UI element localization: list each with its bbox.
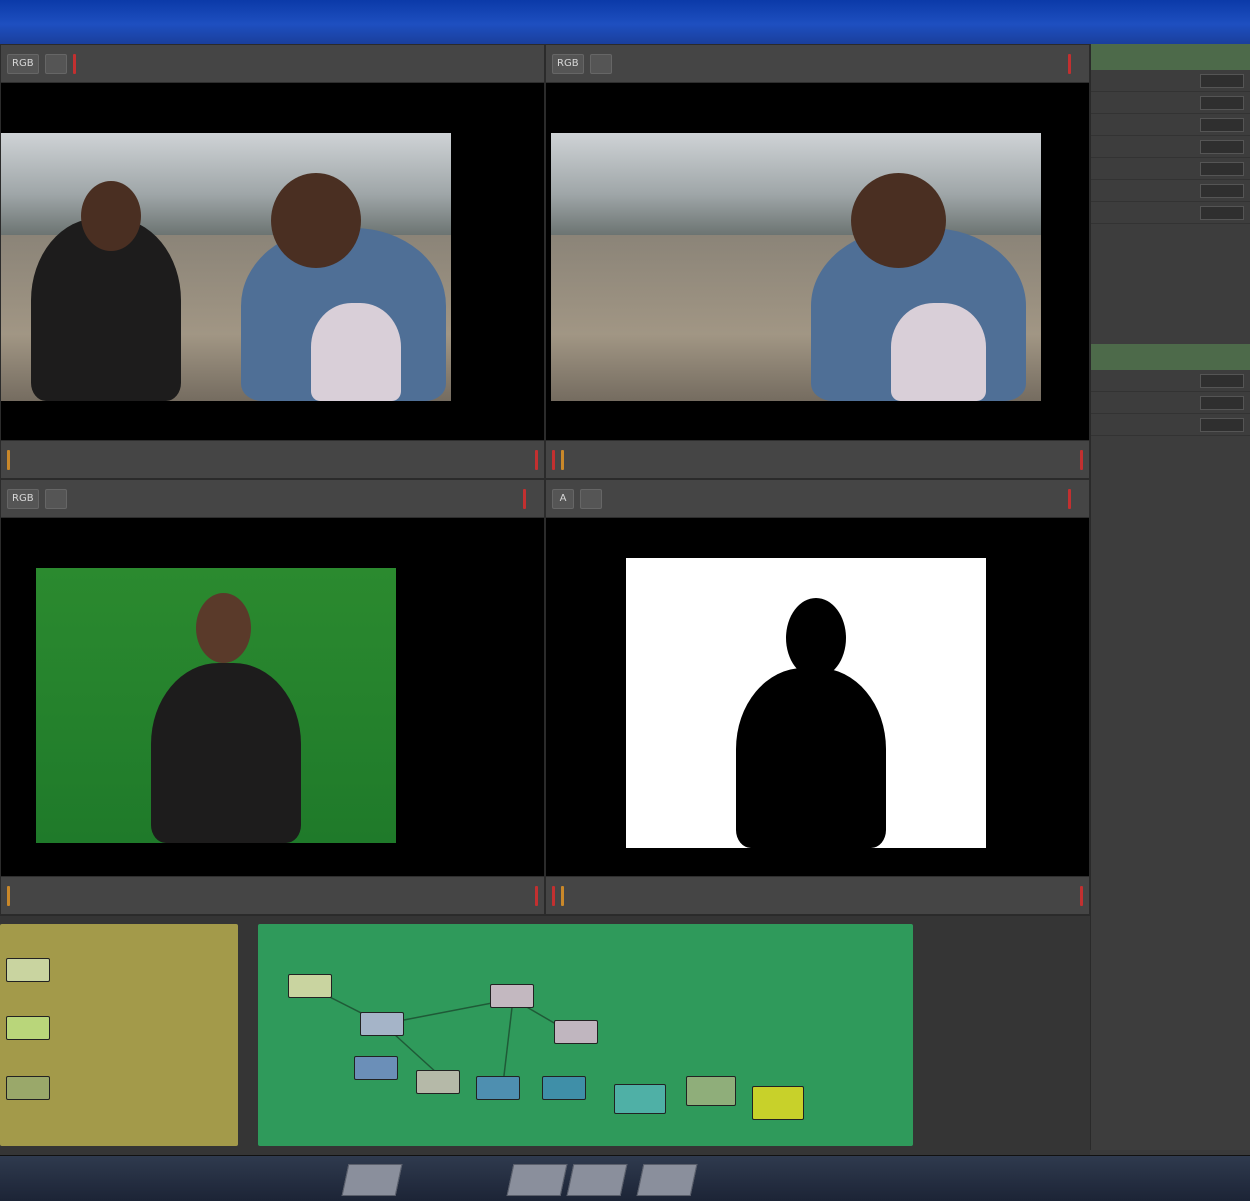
property-row[interactable] <box>1091 70 1250 92</box>
viewer-3-channel-button[interactable]: RGB <box>7 488 39 509</box>
status-tab[interactable] <box>636 1164 698 1196</box>
viewer-3-canvas[interactable] <box>1 518 544 878</box>
graph-node[interactable] <box>476 1076 520 1100</box>
graph-node[interactable] <box>752 1086 804 1120</box>
property-value-field[interactable] <box>1200 205 1244 220</box>
properties-header <box>1091 44 1250 70</box>
property-value-field[interactable] <box>1200 373 1244 388</box>
viewer-3[interactable]: RGB <box>0 479 545 915</box>
backdrop-node-1[interactable] <box>0 924 238 1146</box>
viewer-1-toolbar: RGB <box>1 45 544 83</box>
properties-panel[interactable] <box>1090 44 1250 1150</box>
property-value-field[interactable] <box>1200 95 1244 110</box>
viewer-4-timeline[interactable] <box>546 876 1089 914</box>
graph-node[interactable] <box>554 1020 598 1044</box>
viewer-4-zoom-button[interactable] <box>580 488 602 509</box>
status-tab[interactable] <box>341 1164 403 1196</box>
graph-node[interactable] <box>6 1016 50 1040</box>
graph-node[interactable] <box>614 1084 666 1114</box>
node-graph[interactable] <box>0 915 1090 1156</box>
property-row[interactable] <box>1091 392 1250 414</box>
viewer-2-canvas[interactable] <box>546 83 1089 442</box>
property-row[interactable] <box>1091 158 1250 180</box>
viewer-2-zoom-button[interactable] <box>589 53 612 74</box>
status-tab[interactable] <box>566 1164 628 1196</box>
property-value-field[interactable] <box>1200 117 1244 132</box>
viewer-4-alpha-matte <box>626 558 986 848</box>
graph-node[interactable] <box>542 1076 586 1100</box>
graph-node[interactable] <box>490 984 534 1008</box>
viewer-1-channel-button[interactable]: RGB <box>7 53 39 74</box>
viewer-1-zoom-button[interactable] <box>44 53 67 74</box>
viewer-4-channel-button[interactable]: A <box>552 488 574 509</box>
property-row[interactable] <box>1091 202 1250 224</box>
viewer-4-canvas[interactable] <box>546 518 1089 878</box>
property-row[interactable] <box>1091 414 1250 436</box>
property-value-field[interactable] <box>1200 139 1244 154</box>
property-row[interactable] <box>1091 180 1250 202</box>
properties-header-2 <box>1091 344 1250 370</box>
viewer-4[interactable]: A <box>545 479 1090 915</box>
property-row[interactable] <box>1091 114 1250 136</box>
status-tab[interactable] <box>506 1164 568 1196</box>
viewer-1-marker <box>72 53 76 74</box>
graph-node[interactable] <box>360 1012 404 1036</box>
viewer-2-channel-button[interactable]: RGB <box>552 53 584 74</box>
property-value-field[interactable] <box>1200 183 1244 198</box>
graph-node[interactable] <box>288 974 332 998</box>
viewer-2-timeline[interactable] <box>546 440 1089 478</box>
title-bar <box>0 0 1250 46</box>
viewer-2-toolbar: RGB <box>546 45 1089 83</box>
viewer-3-image <box>36 568 396 843</box>
viewer-2[interactable]: RGB <box>545 44 1090 479</box>
viewer-1-timeline[interactable] <box>1 440 544 478</box>
status-bar <box>0 1155 1250 1201</box>
graph-node[interactable] <box>416 1070 460 1094</box>
viewer-3-toolbar: RGB <box>1 480 544 518</box>
property-row[interactable] <box>1091 136 1250 158</box>
viewer-3-timeline[interactable] <box>1 876 544 914</box>
viewer-1-canvas[interactable] <box>1 83 544 442</box>
property-value-field[interactable] <box>1200 161 1244 176</box>
property-value-field[interactable] <box>1200 417 1244 432</box>
viewer-4-toolbar: A <box>546 480 1089 518</box>
graph-node[interactable] <box>6 958 50 982</box>
property-value-field[interactable] <box>1200 73 1244 88</box>
viewer-1-image <box>1 133 451 401</box>
backdrop-node-2[interactable] <box>258 924 913 1146</box>
graph-node[interactable] <box>6 1076 50 1100</box>
property-row[interactable] <box>1091 370 1250 392</box>
viewer-3-zoom-button[interactable] <box>44 488 67 509</box>
viewer-2-image <box>551 133 1041 401</box>
property-row[interactable] <box>1091 92 1250 114</box>
property-value-field[interactable] <box>1200 395 1244 410</box>
graph-node[interactable] <box>354 1056 398 1080</box>
graph-node[interactable] <box>686 1076 736 1106</box>
viewer-1[interactable]: RGB <box>0 44 545 479</box>
